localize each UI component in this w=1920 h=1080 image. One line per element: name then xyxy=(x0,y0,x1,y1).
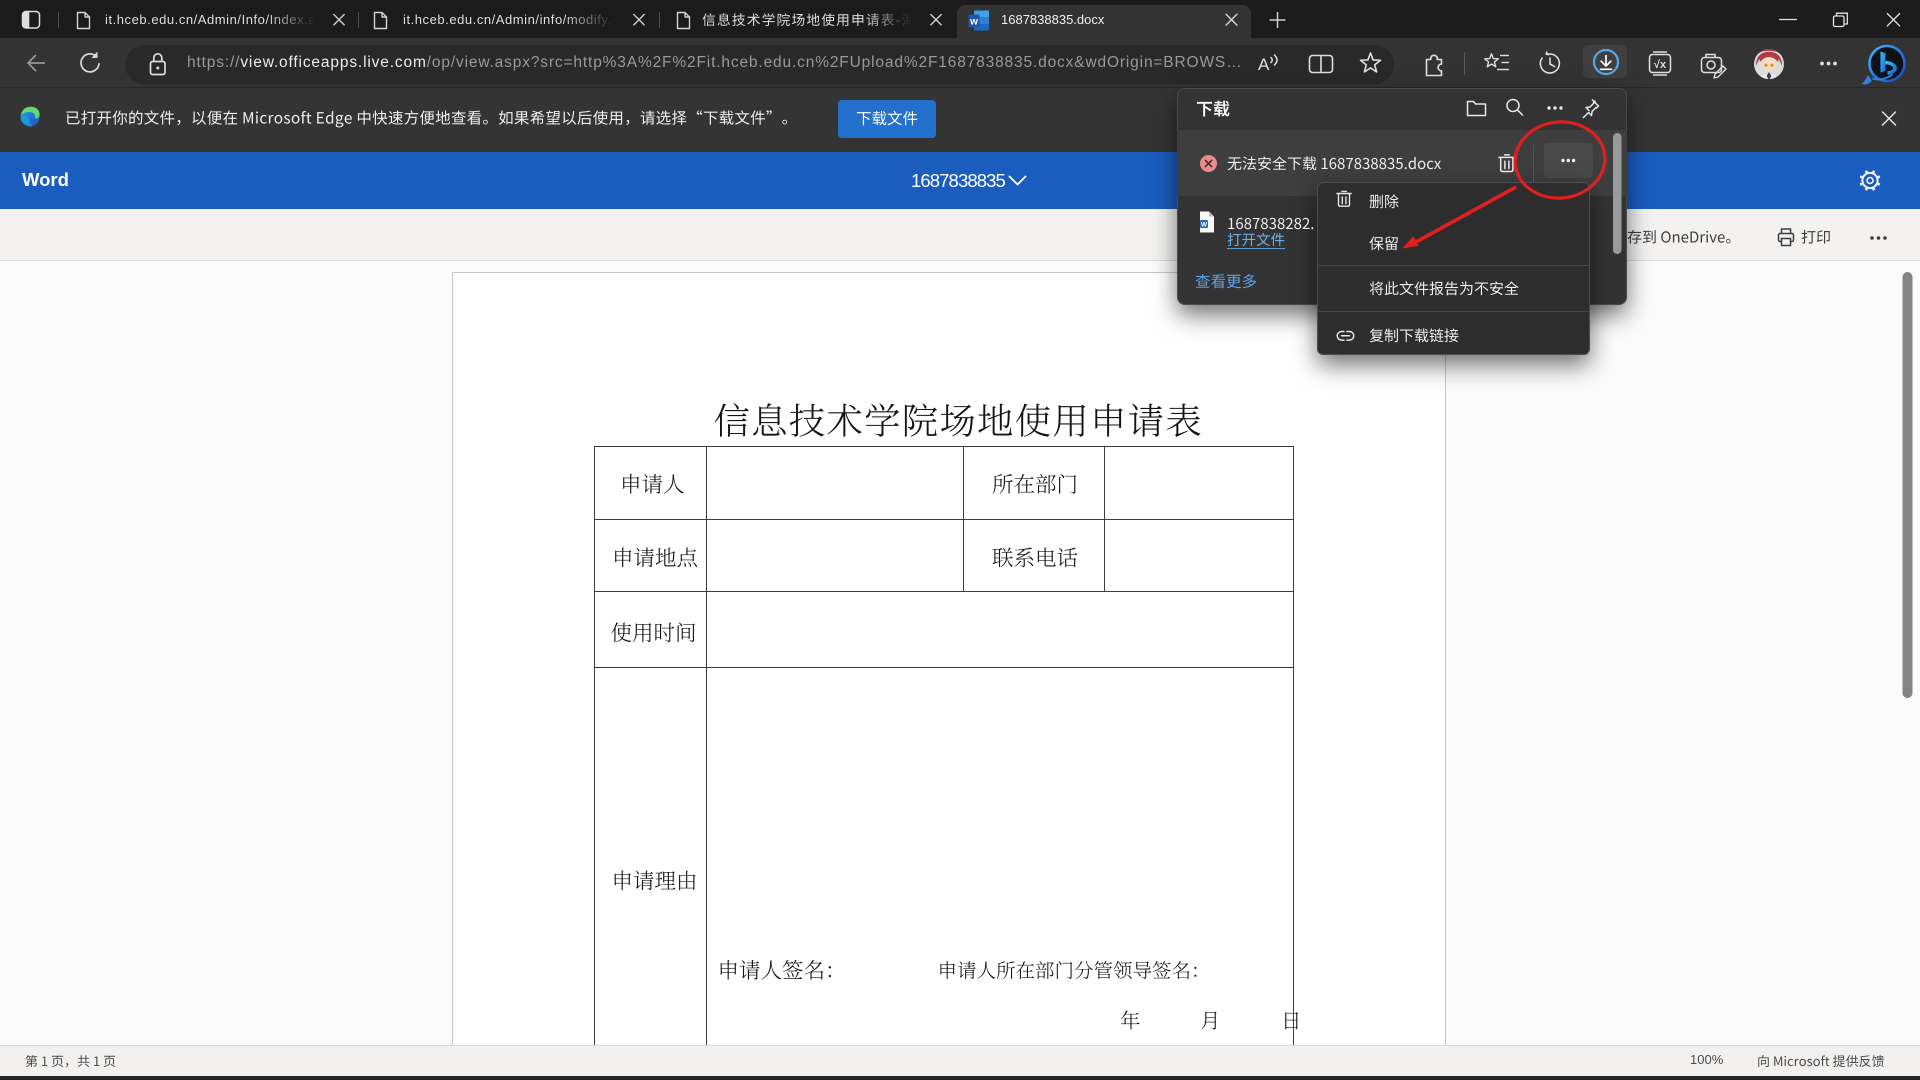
svg-text:W: W xyxy=(1201,222,1208,229)
